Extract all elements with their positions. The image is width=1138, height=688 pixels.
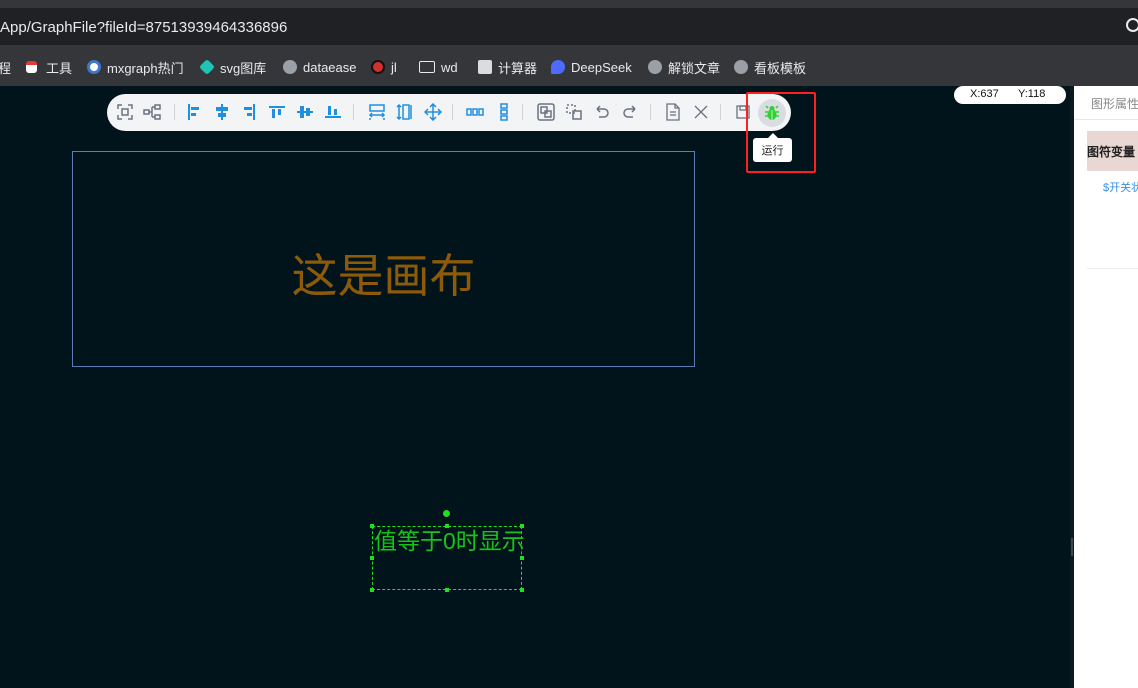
rectangle-label: 这是画布	[291, 250, 476, 302]
fit-icon[interactable]	[116, 103, 134, 121]
folder-icon	[419, 61, 435, 73]
address-bar[interactable]: App/GraphFile?fileId=87513939464336896	[0, 8, 1138, 46]
toolbar-separator	[720, 104, 721, 120]
same-width-icon[interactable]	[368, 103, 386, 121]
bookmark-label: wd	[441, 59, 458, 75]
resize-handle[interactable]	[370, 524, 374, 528]
bookmarks-bar: 程 工具 mxgraph热门 svg图库 dataease jl wd 计算器 …	[0, 46, 1138, 86]
app-window: App/GraphFile?fileId=87513939464336896 程…	[0, 0, 1138, 688]
distribute-horizontal-icon[interactable]	[466, 103, 484, 121]
globe-icon	[283, 60, 297, 74]
bookmark-item[interactable]: 工具	[26, 58, 72, 76]
splitter-grip[interactable]	[1071, 538, 1073, 556]
resize-handle[interactable]	[520, 556, 524, 560]
calendar-icon	[26, 61, 37, 73]
distribute-vertical-icon[interactable]	[495, 103, 513, 121]
coord-y: Y:118	[1018, 88, 1046, 100]
bookmark-item[interactable]: svg图库	[199, 58, 267, 76]
align-middle-icon[interactable]	[296, 103, 314, 121]
bookmark-label: 看板模板	[754, 60, 807, 76]
toolbar-separator	[174, 104, 175, 120]
bookmark-label: dataease	[303, 59, 357, 75]
rotate-handle[interactable]	[443, 510, 450, 517]
variable-link[interactable]: $开关状	[1103, 179, 1138, 195]
panel-section-header: 图符变量	[1087, 131, 1138, 171]
mxgraph-icon	[87, 60, 101, 74]
properties-panel: 图形属性 图符变量 $开关状	[1074, 86, 1138, 688]
toolbar-separator	[452, 104, 453, 120]
deepseek-icon	[551, 60, 565, 74]
redo-icon[interactable]	[621, 103, 639, 121]
bookmark-label: svg图库	[220, 60, 267, 76]
bookmark-item[interactable]: wd	[419, 58, 458, 76]
tab-strip	[0, 0, 1138, 8]
align-right-icon[interactable]	[240, 103, 258, 121]
align-center-icon[interactable]	[213, 103, 231, 121]
tab-graph-properties[interactable]: 图形属性	[1091, 95, 1138, 112]
canvas-rectangle-shape[interactable]: 这是画布	[72, 151, 695, 367]
resize-handle[interactable]	[370, 588, 374, 592]
panel-divider	[1074, 119, 1138, 120]
bookmark-item[interactable]: dataease	[283, 58, 357, 76]
coord-x: X:637	[970, 88, 999, 100]
export-icon[interactable]	[664, 103, 682, 121]
resize-handle[interactable]	[520, 524, 524, 528]
move-icon[interactable]	[424, 103, 442, 121]
bookmark-label: 计算器	[498, 60, 538, 76]
bookmark-item[interactable]: 程	[0, 58, 11, 76]
close-icon[interactable]	[692, 103, 710, 121]
align-left-icon[interactable]	[185, 103, 203, 121]
zoom-icon[interactable]	[1126, 18, 1138, 32]
bookmark-label: 程	[0, 60, 12, 76]
bookmark-label: mxgraph热门	[107, 60, 184, 76]
ungroup-icon[interactable]	[565, 103, 583, 121]
bookmark-item[interactable]: 解锁文章	[648, 58, 720, 76]
toolbar-separator	[650, 104, 651, 120]
toolbar-separator	[522, 104, 523, 120]
svg-icon	[199, 59, 215, 75]
resize-handle[interactable]	[445, 588, 449, 592]
toolbar-separator	[353, 104, 354, 120]
undo-icon[interactable]	[593, 103, 611, 121]
bookmark-item[interactable]: 计算器	[478, 58, 537, 76]
align-bottom-icon[interactable]	[324, 103, 342, 121]
bookmark-item[interactable]: 看板模板	[734, 58, 806, 76]
bookmark-item[interactable]: mxgraph热门	[87, 58, 184, 76]
globe-icon	[734, 60, 748, 74]
align-top-icon[interactable]	[268, 103, 286, 121]
resize-handle[interactable]	[445, 524, 449, 528]
tree-icon[interactable]	[143, 103, 161, 121]
resize-handle[interactable]	[520, 588, 524, 592]
run-tooltip: 运行	[753, 133, 792, 162]
bookmark-item[interactable]: jl	[371, 58, 397, 76]
bookmark-label: 解锁文章	[668, 60, 721, 76]
bookmark-label: DeepSeek	[571, 59, 632, 75]
ladybug-icon	[371, 60, 385, 74]
bookmark-label: 工具	[46, 60, 73, 76]
calculator-icon	[478, 60, 492, 74]
graph-toolbar	[107, 94, 791, 131]
panel-divider	[1087, 268, 1138, 269]
group-icon[interactable]	[537, 103, 555, 121]
url-text[interactable]: App/GraphFile?fileId=87513939464336896	[0, 19, 287, 36]
bookmark-label: jl	[391, 59, 397, 75]
globe-icon	[648, 60, 662, 74]
bookmark-item[interactable]: DeepSeek	[551, 58, 632, 76]
same-height-icon[interactable]	[396, 103, 414, 121]
section-title: 图符变量	[1087, 145, 1136, 159]
resize-handle[interactable]	[370, 556, 374, 560]
selected-text-label: 值等于0时显示	[374, 528, 525, 554]
coordinate-readout: X:637 Y:118	[954, 86, 1066, 104]
